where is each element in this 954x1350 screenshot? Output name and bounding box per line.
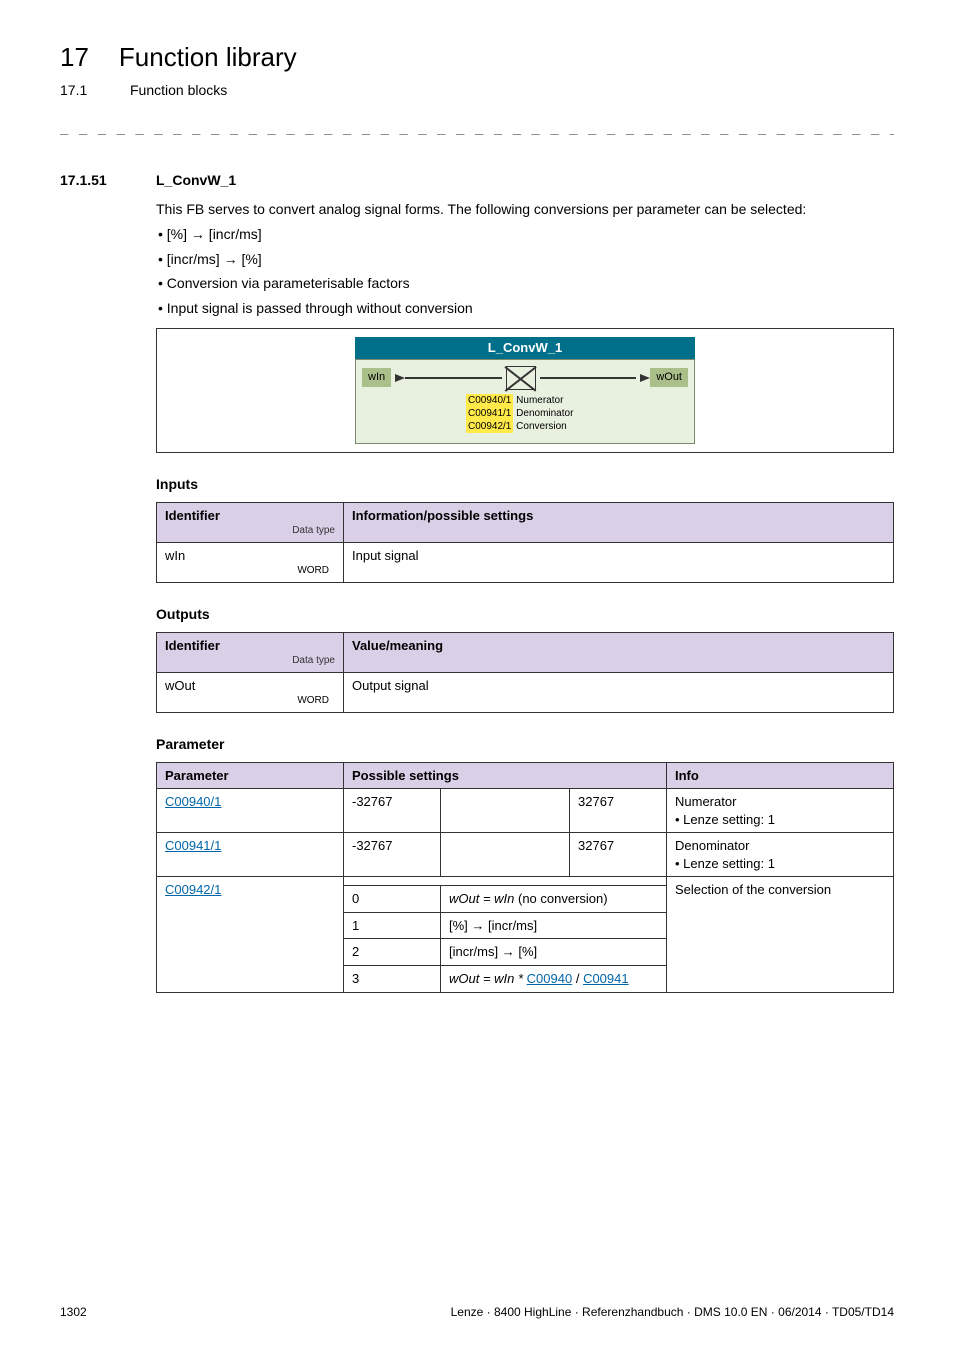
th-info: Information/possible settings bbox=[344, 502, 894, 542]
table-row: C00942/1 Selection of the conversion bbox=[157, 877, 894, 886]
bullet-item: Input signal is passed through without c… bbox=[156, 299, 894, 318]
separator-dashes: _ _ _ _ _ _ _ _ _ _ _ _ _ _ _ _ _ _ _ _ … bbox=[60, 118, 894, 137]
intro-paragraph: This FB serves to convert analog signal … bbox=[156, 200, 894, 219]
inputs-heading: Inputs bbox=[156, 475, 894, 494]
section-number: 17.1.51 bbox=[60, 171, 132, 190]
arrow-icon bbox=[395, 374, 405, 382]
option-index: 2 bbox=[344, 939, 441, 966]
setting-min: -32767 bbox=[344, 833, 441, 877]
diagram-input-port: wIn bbox=[362, 368, 391, 387]
diagram-output-port: wOut bbox=[650, 368, 688, 387]
option-text: wOut = wIn * bbox=[449, 971, 527, 986]
th-info: Value/meaning bbox=[344, 632, 894, 672]
outputs-heading: Outputs bbox=[156, 605, 894, 624]
block-diagram: L_ConvW_1 wIn wOut C00940/1 Numerator C0… bbox=[156, 328, 894, 453]
subchapter-number: 17.1 bbox=[60, 81, 100, 100]
diagram-param-label: Conversion bbox=[516, 421, 567, 432]
bullet-item: [%] → [incr/ms] bbox=[156, 225, 894, 244]
chapter-number: 17 bbox=[60, 40, 89, 75]
table-row: wIn WORD Input signal bbox=[157, 542, 894, 582]
diagram-param-code: C00940/1 bbox=[466, 394, 513, 407]
bullet-item: [incr/ms] → [%] bbox=[156, 250, 894, 269]
diagram-title: L_ConvW_1 bbox=[355, 337, 695, 359]
option-text: [incr/ms] → [%] bbox=[441, 939, 667, 966]
info-value: Output signal bbox=[344, 672, 894, 712]
chapter-title: Function library bbox=[119, 40, 297, 75]
parameter-heading: Parameter bbox=[156, 735, 894, 754]
converter-symbol-icon bbox=[506, 366, 536, 390]
th-parameter: Parameter bbox=[157, 762, 344, 789]
parameter-table: Parameter Possible settings Info C00940/… bbox=[156, 762, 894, 993]
footer-text: Lenze · 8400 HighLine · Referenzhandbuch… bbox=[451, 1304, 894, 1320]
info-sub: • Lenze setting: 1 bbox=[675, 811, 885, 829]
option-index: 1 bbox=[344, 912, 441, 939]
setting-max: 32767 bbox=[570, 833, 667, 877]
datatype-value: WORD bbox=[165, 694, 335, 708]
info-value: Input signal bbox=[344, 542, 894, 582]
th-datatype: Data type bbox=[165, 654, 335, 668]
diagram-param-code: C00942/1 bbox=[466, 420, 513, 433]
arrow-icon bbox=[640, 374, 650, 382]
th-possible-settings: Possible settings bbox=[344, 762, 667, 789]
diagram-param-list: C00940/1 Numerator C00941/1 Denominator … bbox=[466, 394, 694, 433]
th-info: Info bbox=[667, 762, 894, 789]
setting-min: -32767 bbox=[344, 789, 441, 833]
identifier-value: wIn bbox=[165, 547, 335, 565]
diagram-param-code: C00941/1 bbox=[466, 407, 513, 420]
th-identifier: Identifier bbox=[165, 507, 335, 525]
param-link[interactable]: C00941 bbox=[583, 971, 629, 986]
info-main: Denominator bbox=[675, 837, 885, 855]
datatype-value: WORD bbox=[165, 564, 335, 578]
info-main: Numerator bbox=[675, 793, 885, 811]
diagram-param-label: Denominator bbox=[516, 408, 573, 419]
param-link[interactable]: C00940 bbox=[527, 971, 573, 986]
th-identifier: Identifier bbox=[165, 637, 335, 655]
section-title: L_ConvW_1 bbox=[156, 171, 236, 190]
page-number: 1302 bbox=[60, 1304, 87, 1320]
option-text: [%] → [incr/ms] bbox=[441, 912, 667, 939]
subchapter-title: Function blocks bbox=[130, 81, 227, 100]
th-datatype: Data type bbox=[165, 524, 335, 538]
param-link[interactable]: C00940/1 bbox=[165, 794, 221, 809]
option-index: 3 bbox=[344, 966, 441, 993]
param-link[interactable]: C00941/1 bbox=[165, 838, 221, 853]
inputs-table: Identifier Data type Information/possibl… bbox=[156, 502, 894, 583]
setting-max: 32767 bbox=[570, 789, 667, 833]
identifier-value: wOut bbox=[165, 677, 335, 695]
option-text: wOut = wIn bbox=[449, 891, 514, 906]
info-sub: • Lenze setting: 1 bbox=[675, 855, 885, 873]
option-text: / bbox=[572, 971, 583, 986]
option-text: (no conversion) bbox=[514, 891, 607, 906]
table-row: C00940/1 -32767 32767 Numerator • Lenze … bbox=[157, 789, 894, 833]
table-row: wOut WORD Output signal bbox=[157, 672, 894, 712]
param-link[interactable]: C00942/1 bbox=[165, 882, 221, 897]
info-main: Selection of the conversion bbox=[667, 877, 894, 992]
table-row: C00941/1 -32767 32767 Denominator • Lenz… bbox=[157, 833, 894, 877]
diagram-param-label: Numerator bbox=[516, 395, 563, 406]
bullet-item: Conversion via parameterisable factors bbox=[156, 274, 894, 293]
option-index: 0 bbox=[344, 886, 441, 913]
outputs-table: Identifier Data type Value/meaning wOut … bbox=[156, 632, 894, 713]
